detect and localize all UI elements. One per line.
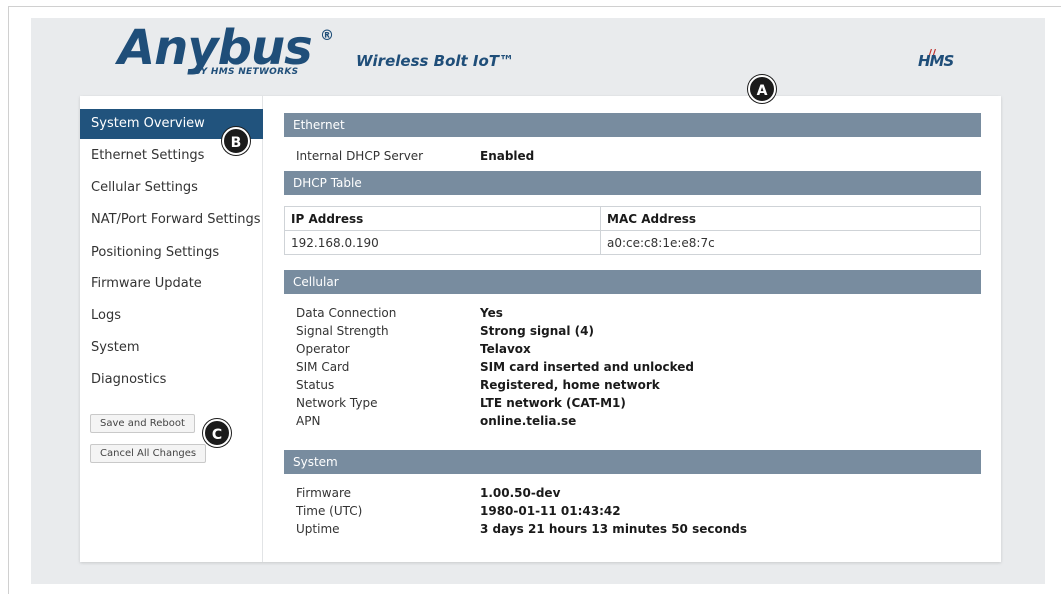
sidebar-item-system[interactable]: System xyxy=(80,333,263,363)
dhcp-table-section-header: DHCP Table xyxy=(284,171,981,195)
apn-value: online.telia.se xyxy=(480,414,577,428)
signal-strength-value: Strong signal (4) xyxy=(480,324,594,338)
sim-card-value: SIM card inserted and unlocked xyxy=(480,360,694,374)
save-and-reboot-button[interactable]: Save and Reboot xyxy=(90,414,195,433)
internal-dhcp-server-value: Enabled xyxy=(480,149,535,163)
callout-a: A xyxy=(748,75,776,103)
callout-b: B xyxy=(222,127,250,155)
logo-registered-mark: ® xyxy=(320,28,334,44)
uptime-value: 3 days 21 hours 13 minutes 50 seconds xyxy=(480,522,747,536)
sim-card-label: SIM Card xyxy=(296,360,350,374)
sidebar-item-logs[interactable]: Logs xyxy=(80,301,263,331)
system-section-header: System xyxy=(284,450,981,474)
signal-strength-label: Signal Strength xyxy=(296,324,389,338)
mac-address-cell: a0:ce:c8:1e:e8:7c xyxy=(600,230,981,255)
data-connection-label: Data Connection xyxy=(296,306,397,320)
internal-dhcp-server-label: Internal DHCP Server xyxy=(296,149,424,163)
anybus-logo: Anybus ® BY HMS NETWORKS xyxy=(118,20,348,82)
logo-subtitle: BY HMS NETWORKS xyxy=(194,67,299,77)
cellular-section-header: Cellular xyxy=(284,270,981,294)
sidebar-item-diagnostics[interactable]: Diagnostics xyxy=(80,365,263,395)
content-area: Ethernet Internal DHCP Server Enabled DH… xyxy=(284,96,984,562)
table-header-row: IP Address MAC Address xyxy=(284,206,981,231)
operator-value: Telavox xyxy=(480,342,531,356)
network-type-label: Network Type xyxy=(296,396,378,410)
callout-c: C xyxy=(203,419,231,447)
time-utc-label: Time (UTC) xyxy=(296,504,363,518)
sidebar-nav: System Overview Ethernet Settings Cellul… xyxy=(80,96,263,562)
sidebar-item-positioning-settings[interactable]: Positioning Settings xyxy=(80,238,263,268)
data-connection-value: Yes xyxy=(480,306,503,320)
operator-label: Operator xyxy=(296,342,350,356)
dhcp-table: IP Address MAC Address 192.168.0.190 a0:… xyxy=(284,206,981,255)
sidebar-item-cellular-settings[interactable]: Cellular Settings xyxy=(80,173,263,203)
status-value: Registered, home network xyxy=(480,378,660,392)
uptime-label: Uptime xyxy=(296,522,340,536)
hms-logo: HMS xyxy=(918,52,954,70)
product-name: Wireless Bolt IoT™ xyxy=(356,52,515,70)
firmware-label: Firmware xyxy=(296,486,351,500)
status-label: Status xyxy=(296,378,335,392)
sidebar-item-nat-port-forward-settings[interactable]: NAT/Port Forward Settings xyxy=(80,205,263,235)
sidebar-item-firmware-update[interactable]: Firmware Update xyxy=(80,269,263,299)
mac-address-column-header: MAC Address xyxy=(600,206,981,231)
ethernet-section-header: Ethernet xyxy=(284,113,981,137)
apn-label: APN xyxy=(296,414,321,428)
cancel-all-changes-button[interactable]: Cancel All Changes xyxy=(90,444,207,463)
ip-address-cell: 192.168.0.190 xyxy=(284,230,601,255)
time-utc-value: 1980-01-11 01:43:42 xyxy=(480,504,621,518)
table-row: 192.168.0.190 a0:ce:c8:1e:e8:7c xyxy=(284,230,981,255)
main-panel: System Overview Ethernet Settings Cellul… xyxy=(80,96,1001,562)
firmware-value: 1.00.50-dev xyxy=(480,486,561,500)
network-type-value: LTE network (CAT-M1) xyxy=(480,396,626,410)
ip-address-column-header: IP Address xyxy=(284,206,601,231)
